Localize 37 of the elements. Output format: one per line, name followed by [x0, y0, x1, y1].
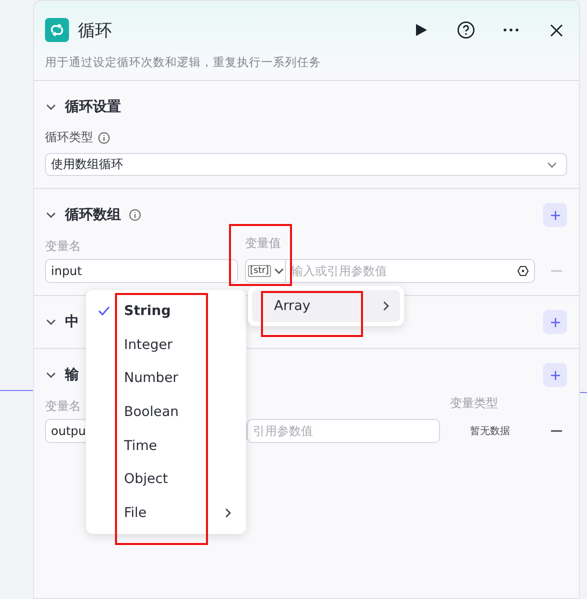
- help-icon[interactable]: [455, 19, 477, 41]
- plus-icon: [550, 316, 560, 328]
- panel-description: 用于通过设定循环次数和逻辑，重复执行一系列任务: [44, 54, 322, 71]
- reference-icon[interactable]: [517, 265, 529, 277]
- loop-icon: [45, 18, 69, 42]
- check-icon: [98, 306, 110, 316]
- variable-type-text: 暂无数据: [470, 424, 510, 438]
- add-button[interactable]: [543, 310, 567, 334]
- column-label: 变量名: [45, 239, 81, 253]
- info-icon[interactable]: [129, 209, 141, 221]
- minus-icon: [550, 430, 562, 432]
- variable-name-field[interactable]: input: [45, 259, 238, 283]
- section-title: 循环设置: [65, 98, 121, 116]
- column-label: 变量类型: [450, 395, 498, 411]
- section-title: 中: [65, 313, 79, 331]
- minus-icon: [550, 270, 562, 272]
- type-menu-item[interactable]: File: [90, 496, 242, 530]
- column-label: 变量值: [245, 235, 281, 251]
- add-button[interactable]: [543, 363, 567, 387]
- type-menu-item[interactable]: Number: [90, 361, 242, 396]
- submenu-item[interactable]: Array: [252, 290, 400, 322]
- add-button[interactable]: [543, 203, 567, 227]
- panel-title: 循环: [78, 20, 113, 42]
- type-menu-item[interactable]: Boolean: [90, 395, 242, 429]
- section-title: 循环数组: [65, 206, 121, 224]
- info-icon[interactable]: [98, 132, 110, 144]
- section-title: 输: [65, 366, 79, 384]
- loop-type-select[interactable]: 使用数组循环: [45, 153, 567, 176]
- field-label: 循环类型: [45, 129, 93, 146]
- type-menu-item[interactable]: Integer: [90, 328, 242, 362]
- type-menu-item[interactable]: Object: [90, 462, 242, 496]
- type-select[interactable]: [str]: [245, 259, 285, 283]
- plus-icon: [550, 210, 560, 220]
- column-label: 变量名: [45, 399, 81, 413]
- type-menu-item[interactable]: Time: [90, 428, 242, 463]
- type-menu-item[interactable]: String: [90, 294, 242, 328]
- plus-icon: [550, 370, 560, 380]
